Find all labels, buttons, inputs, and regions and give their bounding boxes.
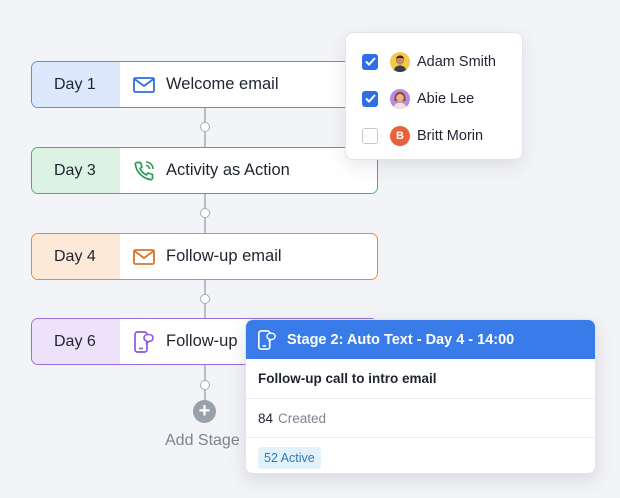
avatar [390,88,410,109]
stage-detail-header: Stage 2: Auto Text - Day 4 - 14:00 [246,320,595,359]
connector-node [200,122,210,132]
assignee-option[interactable]: Abie Lee [346,80,522,117]
checkbox-checked[interactable] [362,53,378,70]
assignee-option[interactable]: B Britt Morin [346,117,522,154]
avatar-initial: B [390,125,410,146]
created-label: Created [278,410,327,426]
email-icon [132,73,156,97]
stage-detail-card: Stage 2: Auto Text - Day 4 - 14:00 Follo… [245,319,596,474]
add-stage-label[interactable]: Add Stage [165,432,240,450]
assignee-dropdown: Adam Smith Abie Lee B Britt Morin [345,32,523,160]
phone-chat-icon [257,329,277,351]
phone-call-icon [132,159,156,183]
stage-action-label: Follow-up [166,332,238,350]
checkbox-unchecked[interactable] [362,127,378,144]
connector-node [200,380,210,390]
plus-icon: + [198,400,211,422]
stage-row-day-4[interactable]: Day 4 Follow-up email [31,233,378,280]
assignee-name: Britt Morin [417,127,484,144]
created-stat: 84 Created [246,399,595,438]
avatar [390,51,410,72]
active-badge[interactable]: 52 Active [258,446,321,469]
stage-action-label: Follow-up email [166,247,282,265]
created-count: 84 [258,410,274,426]
assignee-option[interactable]: Adam Smith [346,43,522,80]
connector-node [200,294,210,304]
stage-row-day-1[interactable]: Day 1 Welcome email [31,61,378,108]
stage-day-label: Day 4 [32,234,120,279]
add-stage-button[interactable]: + [193,400,216,423]
stage-action-label: Activity as Action [166,161,290,179]
checkbox-checked[interactable] [362,90,378,107]
email-icon [132,245,156,269]
phone-chat-icon [132,330,156,354]
description-text: Follow-up call to intro email [258,371,437,386]
stage-detail-description: Follow-up call to intro email [246,359,595,399]
assignee-name: Adam Smith [417,53,496,70]
connector-node [200,208,210,218]
active-stat: 52 Active [246,438,595,473]
stage-day-label: Day 6 [32,319,120,364]
stage-day-label: Day 3 [32,148,120,193]
assignee-name: Abie Lee [417,90,475,107]
stage-detail-title: Stage 2: Auto Text - Day 4 - 14:00 [287,331,515,348]
stage-row-day-3[interactable]: Day 3 Activity as Action [31,147,378,194]
stage-day-label: Day 1 [32,62,120,107]
stage-action-label: Welcome email [166,75,279,93]
